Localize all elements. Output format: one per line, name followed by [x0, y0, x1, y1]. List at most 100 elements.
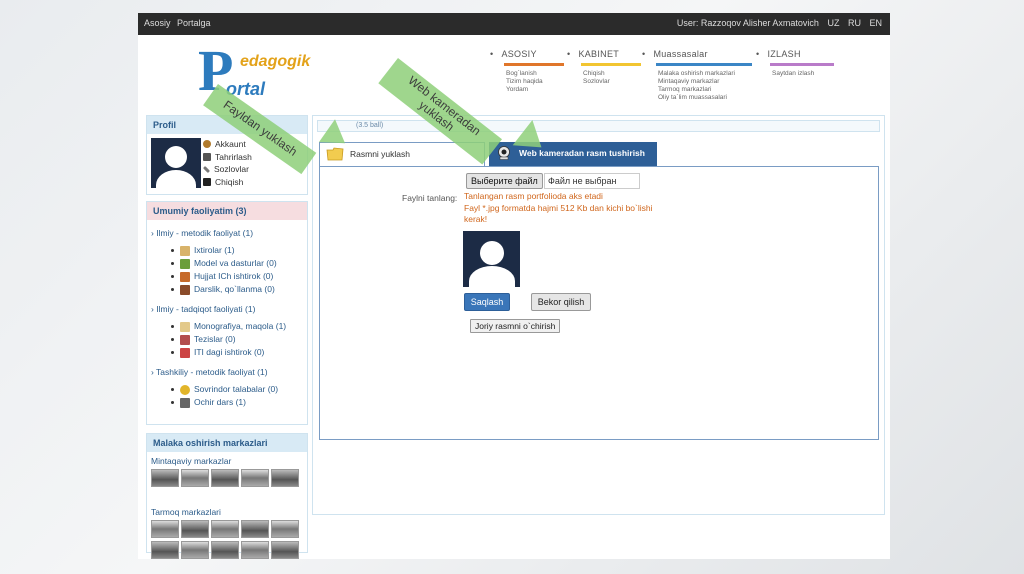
section-tashkiliy[interactable]: › Tashkiliy - metodik faoliyat (1)	[151, 367, 307, 377]
center-photo[interactable]	[181, 541, 209, 559]
centers-box: Malaka oshirish markazlari Mintaqaviy ma…	[146, 433, 308, 559]
section-ilmiy-tadqiqot[interactable]: › Ilmiy - tadqiqot faoliyati (1)	[151, 304, 307, 314]
link-asosiy[interactable]: Asosiy	[144, 18, 171, 28]
center-photo[interactable]	[271, 541, 299, 559]
bullet	[171, 288, 174, 291]
avatar-body	[156, 170, 196, 188]
nav-izlash: IZLASH Saytdan izlash	[756, 49, 836, 78]
nav-asosiy-bar	[504, 63, 564, 66]
profile-link-sozlovlar[interactable]: Sozlovlar	[202, 163, 252, 176]
act-item[interactable]: Ochir dars (1)	[171, 396, 307, 409]
center-photo[interactable]	[211, 541, 239, 559]
act-item-label: Tezislar (0)	[194, 334, 236, 344]
act-item-label: Sovrindor talabalar (0)	[194, 384, 279, 394]
act-item[interactable]: Darslik, qo`llanma (0)	[171, 283, 307, 296]
score-bar: (3.5 ball)	[317, 120, 880, 132]
profile-link-akkaunt-label: Akkaunt	[215, 139, 246, 149]
nav-muassasalar: Muassasalar Malaka oshirish markazlari M…	[642, 49, 762, 102]
nav-izlash-label[interactable]: IZLASH	[756, 49, 836, 59]
nav-item-chiqish[interactable]: Chiqish	[583, 70, 647, 78]
center-photo[interactable]	[271, 469, 299, 487]
nav-item-sozlovlar[interactable]: Sozlovlar	[583, 78, 647, 86]
act-item[interactable]: Model va dasturlar (0)	[171, 257, 307, 270]
center-photo[interactable]	[181, 520, 209, 538]
nav-asosiy-label[interactable]: ASOSIY	[490, 49, 570, 59]
nav-item-malaka[interactable]: Malaka oshirish markazlari	[658, 70, 762, 78]
activity-box: Umumiy faoliyatim (3) › Ilmiy - metodik …	[146, 201, 308, 425]
webcam-icon	[498, 146, 510, 160]
hint-line-2: Fayl *.jpg formatda hajmi 512 Kb dan kic…	[464, 202, 653, 225]
nav-asosiy-items: Bog`lanish Tizim haqida Yordam	[506, 70, 570, 94]
nav-item-oliy[interactable]: Oliy ta`lim muassasalari	[658, 94, 762, 102]
cancel-button[interactable]: Bekor qilish	[531, 293, 591, 311]
choose-file-button[interactable]: Выберите файл	[466, 173, 543, 189]
nav-asosiy: ASOSIY Bog`lanish Tizim haqida Yordam	[490, 49, 570, 94]
nav-item-mintaqaviy[interactable]: Mintaqaviy markazlar	[658, 78, 762, 86]
nav-item-yordam[interactable]: Yordam	[506, 86, 570, 94]
act-item[interactable]: Hujjat ICh ishtirok (0)	[171, 270, 307, 283]
network-thumbs-row2	[151, 541, 307, 559]
bullet	[171, 401, 174, 404]
profile-link-chiqish[interactable]: Chiqish	[203, 176, 252, 189]
center-photo[interactable]	[181, 469, 209, 487]
profile-link-sozlovlar-label: Sozlovlar	[214, 164, 249, 174]
nav-item-saytdan-izlash[interactable]: Saytdan izlash	[772, 70, 836, 78]
nav-muassasalar-label[interactable]: Muassasalar	[642, 49, 762, 59]
user-label: User: Razzoqov Alisher Axmatovich	[676, 18, 819, 28]
act-item-label: Darslik, qo`llanma (0)	[194, 284, 275, 294]
act-item[interactable]: Tezislar (0)	[171, 333, 307, 346]
list-ilmiy-tadqiqot: Monografiya, maqola (1) Tezislar (0) ITI…	[171, 320, 307, 359]
regional-thumbs	[151, 469, 307, 487]
nav-item-tizim-haqida[interactable]: Tizim haqida	[506, 78, 570, 86]
center-photo[interactable]	[211, 469, 239, 487]
monograph-icon	[180, 321, 190, 332]
nav-muassasalar-bar	[656, 63, 752, 66]
network-thumbs-row1	[151, 520, 307, 538]
act-item[interactable]: Monografiya, maqola (1)	[171, 320, 307, 333]
nav-izlash-items: Saytdan izlash	[772, 70, 836, 78]
lesson-icon	[180, 397, 190, 408]
center-photo[interactable]	[241, 541, 269, 559]
nav-kabinet-label[interactable]: KABINET	[567, 49, 647, 59]
center-photo[interactable]	[241, 469, 269, 487]
nav-item-boglanish[interactable]: Bog`lanish	[506, 70, 570, 78]
upload-panel: Выберите файл Файл не выбран Faylni tanl…	[319, 166, 879, 440]
bullet	[171, 262, 174, 265]
save-button[interactable]: Saqlash	[464, 293, 510, 311]
lang-en[interactable]: EN	[869, 18, 882, 28]
center-photo[interactable]	[151, 469, 179, 487]
center-photo[interactable]	[151, 541, 179, 559]
act-item-label: Ochir dars (1)	[194, 397, 246, 407]
lang-uz[interactable]: UZ	[827, 18, 839, 28]
center-photo[interactable]	[151, 520, 179, 538]
bullet	[171, 325, 174, 328]
profile-link-chiqish-label: Chiqish	[215, 176, 244, 187]
delete-photo-button[interactable]: Joriy rasmni o`chirish	[470, 319, 561, 333]
avatar-head	[165, 146, 187, 168]
act-item[interactable]: Sovrindor talabalar (0)	[171, 383, 307, 396]
network-centers-label[interactable]: Tarmoq markazlari	[151, 507, 307, 517]
main-content: (3.5 ball) Rasmni yuklash Web kameradan …	[312, 115, 885, 515]
lang-ru[interactable]: RU	[848, 18, 861, 28]
profile-link-tahrirlash[interactable]: Tahrirlash	[203, 151, 252, 164]
bullet	[171, 275, 174, 278]
document-icon	[180, 271, 190, 282]
regional-centers-label[interactable]: Mintaqaviy markazlar	[151, 456, 307, 466]
thesis-icon	[180, 334, 190, 345]
research-icon	[180, 347, 190, 358]
act-item[interactable]: Ixtirolar (1)	[171, 244, 307, 257]
nav-item-tarmoq[interactable]: Tarmoq markazlari	[658, 86, 762, 94]
profile-link-akkaunt[interactable]: Akkaunt	[203, 138, 252, 151]
profile-avatar	[151, 138, 201, 188]
center-photo[interactable]	[271, 520, 299, 538]
link-portalga[interactable]: Portalga	[177, 18, 211, 28]
center-photo[interactable]	[211, 520, 239, 538]
preview-body	[469, 266, 515, 287]
bullet	[171, 338, 174, 341]
act-item[interactable]: ITI dagi ishtirok (0)	[171, 346, 307, 359]
tab-upload-label: Rasmni yuklash	[350, 149, 410, 159]
center-photo[interactable]	[241, 520, 269, 538]
preview-head	[480, 241, 504, 265]
page: Asosiy Portalga User: Razzoqov Alisher A…	[138, 13, 890, 559]
section-ilmiy-metodik[interactable]: › Ilmiy - metodik faoliyat (1)	[151, 228, 307, 238]
